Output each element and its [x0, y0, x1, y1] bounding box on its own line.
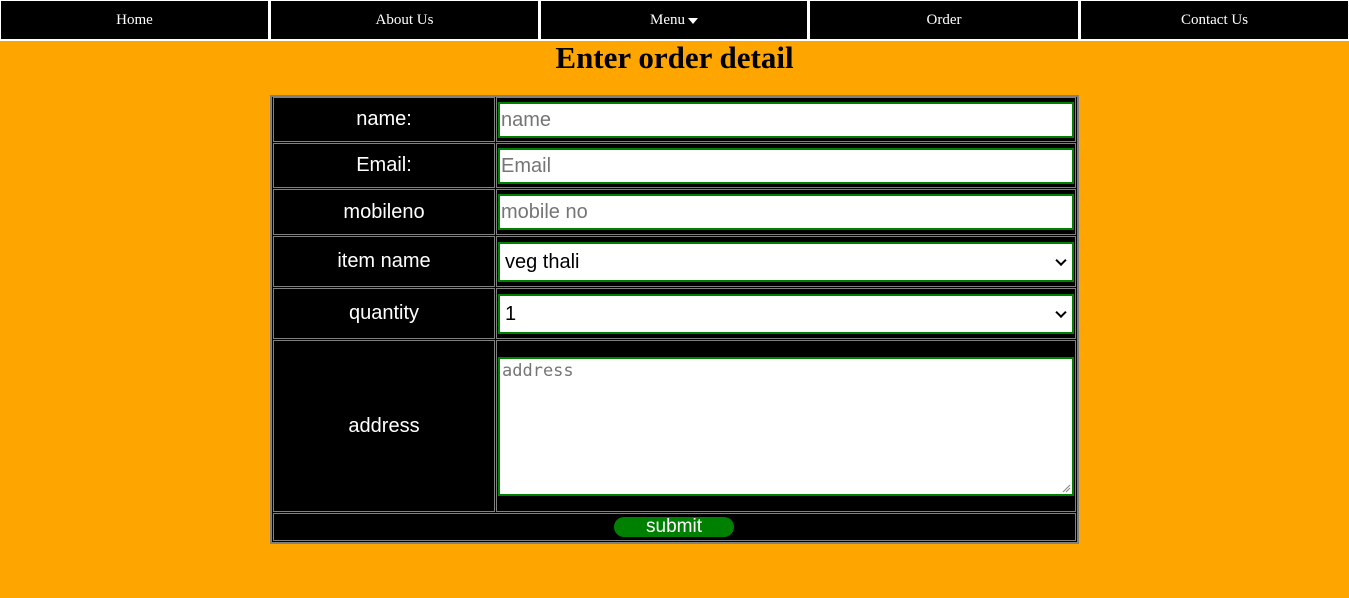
quantity-label: quantity	[348, 302, 420, 324]
address-label-cell: address	[273, 340, 495, 512]
nav-menu[interactable]: Menu	[541, 1, 807, 39]
submit-button[interactable]: submit	[614, 517, 734, 537]
nav-order[interactable]: Order	[810, 1, 1078, 39]
chevron-down-icon	[1055, 306, 1067, 319]
quantity-label-cell: quantity	[273, 288, 495, 339]
nav-contact-label: Contact Us	[1180, 11, 1249, 28]
name-label: name:	[356, 108, 412, 130]
nav-menu-label: Menu	[650, 11, 685, 28]
nav-order-label: Order	[926, 11, 962, 28]
quantity-select[interactable]: 1	[498, 294, 1074, 334]
nav-about[interactable]: About Us	[271, 1, 538, 39]
nav-home-label: Home	[116, 11, 153, 28]
nav-home[interactable]: Home	[1, 1, 268, 39]
nav-about-label: About Us	[375, 11, 434, 28]
email-label-cell: Email:	[273, 143, 495, 188]
name-label-cell: name:	[273, 97, 495, 142]
item-label: item name	[337, 250, 431, 272]
chevron-down-icon	[1055, 254, 1067, 267]
address-textarea[interactable]	[498, 357, 1074, 496]
mobile-label-cell: mobileno	[273, 189, 495, 235]
email-input[interactable]	[498, 148, 1074, 184]
email-label: Email:	[356, 154, 412, 176]
page-title: Enter order detail	[555, 40, 794, 75]
address-label: address	[348, 414, 420, 437]
item-label-cell: item name	[273, 236, 495, 287]
item-select-value: veg thali	[505, 250, 580, 273]
mobile-input[interactable]	[498, 194, 1074, 230]
resize-handle-icon[interactable]	[1062, 484, 1071, 493]
nav-bar: Home About Us Menu Order Contact Us	[0, 0, 1349, 41]
name-input[interactable]	[498, 102, 1074, 138]
mobile-label: mobileno	[343, 200, 425, 223]
quantity-select-value: 1	[505, 302, 517, 325]
nav-contact[interactable]: Contact Us	[1081, 1, 1348, 39]
item-select[interactable]: veg thali	[498, 242, 1074, 282]
caret-down-icon	[688, 17, 698, 24]
